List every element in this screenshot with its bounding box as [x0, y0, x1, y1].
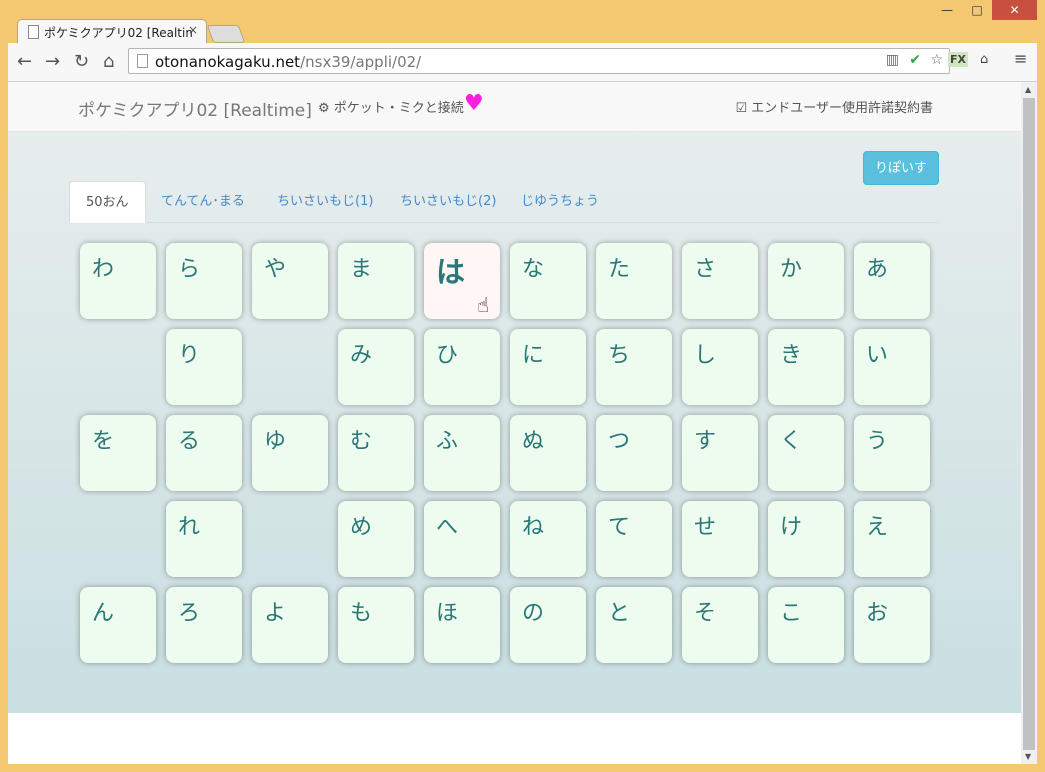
tab-1[interactable]: 50おん: [69, 181, 146, 223]
tab-2[interactable]: てんてん･まる: [145, 181, 261, 222]
minimize-button[interactable]: —: [932, 0, 962, 20]
forward-icon[interactable]: →: [45, 51, 60, 72]
tab-5[interactable]: じゆうちょう: [505, 181, 615, 222]
hand-cursor-icon: ☝: [477, 293, 490, 317]
kana-key[interactable]: ち: [596, 329, 672, 405]
gear-icon: ⚙: [318, 101, 330, 116]
kana-key[interactable]: ら: [166, 243, 242, 319]
url-text[interactable]: otonanokagaku.net/nsx39/appli/02/: [155, 53, 421, 71]
kana-key[interactable]: た: [596, 243, 672, 319]
check-icon[interactable]: ✔: [909, 52, 921, 68]
kana-key[interactable]: お: [854, 587, 930, 663]
reload-icon[interactable]: ↻: [74, 51, 89, 72]
menu-icon[interactable]: ≡: [1014, 49, 1027, 68]
page-icon: [137, 54, 148, 68]
kana-key[interactable]: す: [682, 415, 758, 491]
kana-key[interactable]: り: [166, 329, 242, 405]
kana-key[interactable]: る: [166, 415, 242, 491]
kana-key[interactable]: や: [252, 243, 328, 319]
kana-key[interactable]: あ: [854, 243, 930, 319]
close-window-button[interactable]: ✕: [992, 0, 1037, 20]
kana-key[interactable]: つ: [596, 415, 672, 491]
tab-title: ポケミクアプリ02 [Realtime]: [44, 26, 194, 40]
kana-key[interactable]: き: [768, 329, 844, 405]
fx-extension-icon[interactable]: FX: [948, 52, 968, 67]
window-controls: — □ ✕: [932, 0, 1037, 20]
kana-key[interactable]: そ: [682, 587, 758, 663]
bookmark-star-icon[interactable]: ☆: [930, 52, 943, 68]
kana-key[interactable]: ふ: [424, 415, 500, 491]
heart-icon: ♥: [464, 91, 484, 116]
kana-key[interactable]: な: [510, 243, 586, 319]
kana-key[interactable]: む: [338, 415, 414, 491]
kana-key[interactable]: に: [510, 329, 586, 405]
brand-title[interactable]: ポケミクアプリ02 [Realtime]: [78, 96, 312, 121]
kana-key[interactable]: か: [768, 243, 844, 319]
browser-window: ポケミクアプリ02 [Realtime] × — □ ✕ ← → ↻ ⌂ oto…: [0, 0, 1045, 772]
kana-key[interactable]: え: [854, 501, 930, 577]
kana-key[interactable]: い: [854, 329, 930, 405]
kana-key[interactable]: を: [80, 415, 156, 491]
checkbox-icon: ☑: [735, 101, 748, 116]
tab-4[interactable]: ちいさいもじ(2): [384, 181, 512, 222]
back-icon[interactable]: ←: [17, 51, 32, 72]
kana-key[interactable]: ね: [510, 501, 586, 577]
page-icon: [28, 25, 39, 39]
scrollbar-thumb[interactable]: [1023, 98, 1035, 750]
kana-key[interactable]: て: [596, 501, 672, 577]
vertical-scrollbar[interactable]: ▲ ▼: [1021, 82, 1037, 764]
maximize-button[interactable]: □: [962, 0, 992, 20]
kana-key[interactable]: ほ: [424, 587, 500, 663]
kana-key[interactable]: ん: [80, 587, 156, 663]
kana-key[interactable]: め: [338, 501, 414, 577]
address-bar[interactable]: otonanokagaku.net/nsx39/appli/02/ ▥ ✔ ☆: [128, 48, 950, 74]
site-navbar: ポケミクアプリ02 [Realtime] ⚙ ポケット・ミクと接続 ♥ ☑ エン…: [8, 82, 1021, 132]
scroll-up-icon[interactable]: ▲: [1025, 85, 1031, 94]
kana-key[interactable]: け: [768, 501, 844, 577]
kana-key[interactable]: よ: [252, 587, 328, 663]
kana-key[interactable]: せ: [682, 501, 758, 577]
eula-link[interactable]: ☑ エンドユーザー使用許諾契約書: [735, 97, 933, 116]
kana-key[interactable]: み: [338, 329, 414, 405]
kana-key[interactable]: さ: [682, 243, 758, 319]
tab-3[interactable]: ちいさいもじ(1): [261, 181, 389, 222]
browser-toolbar: ← → ↻ ⌂ otonanokagaku.net/nsx39/appli/02…: [8, 43, 1037, 82]
reset-button[interactable]: りぽいす: [863, 151, 939, 185]
kana-key[interactable]: へ: [424, 501, 500, 577]
kana-key[interactable]: こ: [768, 587, 844, 663]
page-viewport: ポケミクアプリ02 [Realtime] ⚙ ポケット・ミクと接続 ♥ ☑ エン…: [8, 82, 1021, 713]
home-icon[interactable]: ⌂: [103, 51, 114, 72]
kana-key[interactable]: わ: [80, 243, 156, 319]
kana-key[interactable]: ひ: [424, 329, 500, 405]
page-bottom-area: [8, 713, 1021, 764]
browser-tab[interactable]: ポケミクアプリ02 [Realtime] ×: [17, 19, 207, 43]
kana-key[interactable]: し: [682, 329, 758, 405]
kana-key[interactable]: う: [854, 415, 930, 491]
kana-key[interactable]: も: [338, 587, 414, 663]
keyboard-tabs: 50おん てんてん･まる ちいさいもじ(1) ちいさいもじ(2) じゆうちょう: [69, 181, 939, 223]
kana-key[interactable]: と: [596, 587, 672, 663]
scroll-down-icon[interactable]: ▼: [1025, 752, 1031, 761]
new-tab-button[interactable]: [206, 25, 246, 43]
kana-key[interactable]: く: [768, 415, 844, 491]
kana-key[interactable]: の: [510, 587, 586, 663]
kana-key[interactable]: ぬ: [510, 415, 586, 491]
kana-key[interactable]: ま: [338, 243, 414, 319]
extension-icon[interactable]: ▥: [886, 52, 899, 68]
extension-tray-icon[interactable]: ⌂: [980, 52, 988, 67]
kana-key[interactable]: れ: [166, 501, 242, 577]
connect-link[interactable]: ⚙ ポケット・ミクと接続: [318, 97, 464, 116]
tab-close-icon[interactable]: ×: [188, 23, 198, 37]
kana-key[interactable]: ゆ: [252, 415, 328, 491]
kana-key[interactable]: ろ: [166, 587, 242, 663]
